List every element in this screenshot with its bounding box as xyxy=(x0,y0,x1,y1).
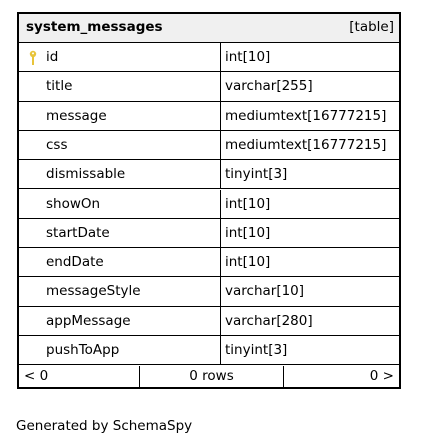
table-row: showOn int[10] xyxy=(19,189,399,219)
column-type: tinyint[3] xyxy=(225,166,288,183)
table-header: system_messages [table] xyxy=(19,14,399,43)
column-name-cell: id xyxy=(19,43,221,73)
column-name-cell: showOn xyxy=(19,189,221,219)
table-row: pushToApp tinyint[3] xyxy=(19,336,399,366)
column-name-cell: appMessage xyxy=(19,306,221,336)
prev-count-label: < 0 xyxy=(24,368,49,384)
column-name-cell: messageStyle xyxy=(19,277,221,307)
column-name-cell: message xyxy=(19,101,221,131)
schema-table: system_messages [table] id int[10] title va… xyxy=(17,12,401,389)
row-count-label: 0 rows xyxy=(189,368,234,384)
table-row: message mediumtext[16777215] xyxy=(19,101,399,131)
column-type: int[10] xyxy=(225,195,271,212)
column-type-cell: varchar[255] xyxy=(221,72,399,102)
column-type: mediumtext[16777215] xyxy=(225,136,387,153)
column-name: showOn xyxy=(46,195,101,212)
table-row: endDate int[10] xyxy=(19,248,399,278)
column-type: varchar[255] xyxy=(225,78,313,95)
column-type: int[10] xyxy=(225,224,271,241)
column-type: int[10] xyxy=(225,254,271,271)
column-name-cell: pushToApp xyxy=(19,336,221,366)
generated-by-label: Generated by SchemaSpy xyxy=(16,418,193,434)
column-type: int[10] xyxy=(225,49,271,65)
table-name: system_messages xyxy=(26,19,163,35)
table-row: css mediumtext[16777215] xyxy=(19,130,399,161)
column-type-cell: varchar[10] xyxy=(221,277,399,307)
column-name: id xyxy=(46,49,59,65)
column-type: varchar[10] xyxy=(225,283,305,300)
column-type: mediumtext[16777215] xyxy=(225,107,387,124)
column-name: title xyxy=(46,78,73,95)
column-type-cell: tinyint[3] xyxy=(221,336,399,366)
column-name-cell: endDate xyxy=(19,248,221,278)
column-type: varchar[280] xyxy=(225,312,313,329)
table-row: appMessage varchar[280] xyxy=(19,306,399,336)
table-row: dismissable tinyint[3] xyxy=(19,160,399,190)
column-name-cell: title xyxy=(19,72,221,102)
prev-count: < 0 xyxy=(19,366,140,387)
column-type-cell: int[10] xyxy=(221,219,399,249)
column-name-cell: dismissable xyxy=(19,160,221,190)
table-row: id int[10] xyxy=(19,43,399,73)
row-count: 0 rows xyxy=(140,366,284,387)
column-name-cell: css xyxy=(19,130,221,161)
next-count-label: 0 > xyxy=(369,368,394,384)
column-type-cell: int[10] xyxy=(221,248,399,278)
column-name-cell: startDate xyxy=(19,218,221,249)
table-row: messageStyle varchar[10] xyxy=(19,277,399,307)
table-footer: < 0 0 rows 0 > xyxy=(19,366,399,387)
column-type-cell: int[10] xyxy=(221,43,399,73)
column-name: dismissable xyxy=(46,166,126,183)
next-count: 0 > xyxy=(284,366,399,387)
column-type-cell: mediumtext[16777215] xyxy=(221,102,399,131)
table-row: startDate int[10] xyxy=(19,218,399,249)
column-type-cell: tinyint[3] xyxy=(221,160,399,190)
column-type-cell: varchar[280] xyxy=(221,307,399,336)
column-name: pushToApp xyxy=(46,342,120,358)
table-kind: [table] xyxy=(349,19,394,35)
column-name: css xyxy=(46,136,68,153)
column-name: startDate xyxy=(46,224,110,241)
column-type: tinyint[3] xyxy=(225,342,288,358)
table-row: title varchar[255] xyxy=(19,72,399,102)
primary-key-icon xyxy=(29,50,37,65)
column-name: message xyxy=(46,107,107,124)
column-type-cell: int[10] xyxy=(221,190,399,219)
column-name: endDate xyxy=(46,254,104,271)
column-name: appMessage xyxy=(46,312,131,329)
column-name: messageStyle xyxy=(46,283,141,300)
column-type-cell: mediumtext[16777215] xyxy=(221,131,399,161)
